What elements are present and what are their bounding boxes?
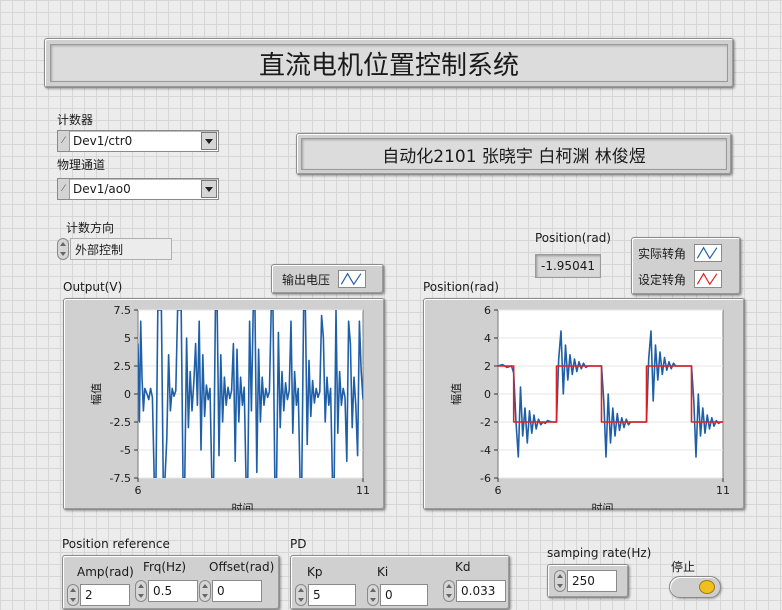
y-axis-label: 幅值 (450, 383, 463, 405)
counter-value: Dev1/ctr0 (73, 134, 133, 148)
ki-label: Ki (377, 565, 389, 579)
amp-value[interactable]: 2 (80, 584, 130, 606)
y-tick-label: -5 (120, 444, 131, 457)
output-graph-title: Output(V) (63, 280, 123, 294)
output-graph-panel: 7.5 5 2.5 0 -2.5 -5 -7.5 6 11 幅值时间 (63, 298, 385, 510)
freq-value[interactable]: 0.5 (148, 580, 198, 602)
sampling-control[interactable]: 250 (554, 570, 617, 592)
kd-value[interactable]: 0.033 (456, 580, 506, 602)
x-axis-label: 时间 (232, 502, 254, 510)
position-indicator: -1.95041 (535, 254, 601, 278)
authors-text: 自动化2101 张晓宇 白柯渊 林俊煜 (301, 138, 727, 170)
page-title: 直流电机位置控制系统 (50, 44, 728, 82)
sampling-panel: 250 (547, 564, 629, 598)
y-tick-label: -2.5 (110, 416, 131, 429)
line-swatch-icon (694, 270, 723, 288)
kp-label: Kp (307, 565, 323, 579)
stop-indicator-led (699, 580, 715, 594)
sampling-label: samping rate(Hz) (547, 546, 652, 560)
position-reference-cluster: Amp(rad) Frq(Hz) Offset(rad) 2 0.5 0 (62, 555, 280, 610)
y-tick-label: 2 (484, 360, 491, 373)
channel-label: 物理通道 (57, 158, 106, 172)
direction-label: 计数方向 (66, 221, 115, 235)
x-tick-label: 6 (495, 484, 502, 497)
dropdown-arrow-icon[interactable] (201, 132, 217, 150)
y-tick-label: 2.5 (114, 360, 132, 373)
y-axis-label: 幅值 (90, 383, 103, 405)
direction-value: 外部控制 (70, 238, 172, 260)
legend-item-output[interactable]: 输出电压 (282, 270, 367, 288)
kp-control[interactable]: 5 (295, 584, 356, 606)
position-graph-title: Position(rad) (423, 280, 499, 294)
offset-value[interactable]: 0 (212, 580, 262, 602)
offset-control[interactable]: 0 (199, 580, 262, 602)
legend-label: 设定转角 (638, 272, 687, 287)
y-tick-label: 0 (484, 388, 491, 401)
line-swatch-icon (338, 270, 367, 288)
ki-value[interactable]: 0 (380, 584, 428, 606)
position-graph-panel: 6 4 2 0 -2 -4 -6 6 11 幅值时间 (423, 298, 745, 510)
position-graph[interactable]: 6 4 2 0 -2 -4 -6 6 11 幅值时间 (423, 298, 745, 510)
freq-label: Frq(Hz) (143, 560, 187, 574)
direction-ring[interactable]: 外部控制 (57, 237, 172, 261)
increment-decrement-icon[interactable] (135, 580, 147, 602)
increment-decrement-icon[interactable] (443, 580, 455, 602)
legend-label: 输出电压 (282, 272, 331, 287)
offset-label: Offset(rad) (209, 560, 275, 574)
position-reference-label: Position reference (62, 537, 170, 551)
kd-label: Kd (455, 560, 471, 574)
amp-label: Amp(rad) (77, 565, 134, 579)
position-legend: 实际转角 设定转角 (631, 237, 741, 295)
pd-cluster: Kp Ki Kd 5 0 0.033 (290, 555, 510, 610)
increment-decrement-icon[interactable] (67, 584, 79, 606)
stop-button[interactable] (669, 576, 721, 598)
x-tick-label: 6 (135, 484, 142, 497)
y-tick-label: -6 (480, 472, 491, 485)
kd-control[interactable]: 0.033 (443, 580, 506, 602)
amp-control[interactable]: 2 (67, 584, 130, 606)
channel-value: Dev1/ao0 (73, 182, 131, 196)
y-tick-label: 4 (484, 332, 491, 345)
y-tick-label: -7.5 (110, 472, 131, 485)
increment-decrement-icon[interactable] (367, 584, 379, 606)
io-tag-icon: ⁄ (58, 131, 70, 151)
authors-panel: 自动化2101 张晓宇 白柯渊 林俊煜 (296, 133, 732, 175)
output-graph[interactable]: 7.5 5 2.5 0 -2.5 -5 -7.5 6 11 幅值时间 (63, 298, 385, 510)
legend-label: 实际转角 (638, 246, 687, 261)
counter-label: 计数器 (57, 113, 94, 127)
stop-label: 停止 (671, 560, 696, 574)
pd-label: PD (290, 537, 307, 551)
freq-control[interactable]: 0.5 (135, 580, 198, 602)
y-tick-label: 6 (484, 304, 491, 317)
channel-selector[interactable]: ⁄ Dev1/ao0 (57, 178, 219, 200)
position-indicator-label: Position(rad) (535, 231, 611, 245)
increment-decrement-icon[interactable] (554, 570, 566, 592)
y-tick-label: -4 (480, 444, 491, 457)
y-tick-label: 5 (124, 332, 131, 345)
dropdown-arrow-icon[interactable] (201, 180, 217, 198)
line-swatch-icon (694, 244, 723, 262)
legend-item-setpoint[interactable]: 设定转角 (638, 270, 723, 288)
increment-decrement-icon[interactable] (295, 584, 307, 606)
x-tick-label: 11 (716, 484, 730, 497)
y-tick-label: 7.5 (114, 304, 132, 317)
increment-decrement-icon[interactable] (57, 238, 69, 260)
kp-value[interactable]: 5 (308, 584, 356, 606)
counter-selector[interactable]: ⁄ Dev1/ctr0 (57, 130, 219, 152)
increment-decrement-icon[interactable] (199, 580, 211, 602)
y-tick-label: -2 (480, 416, 491, 429)
ki-control[interactable]: 0 (367, 584, 428, 606)
x-tick-label: 11 (356, 484, 370, 497)
title-panel: 直流电机位置控制系统 (44, 38, 734, 88)
x-axis-label: 时间 (592, 502, 614, 510)
io-tag-icon: ⁄ (58, 179, 70, 199)
output-legend: 输出电压 (271, 264, 384, 294)
sampling-value[interactable]: 250 (567, 570, 617, 592)
y-tick-label: 0 (124, 388, 131, 401)
legend-item-actual[interactable]: 实际转角 (638, 244, 723, 262)
